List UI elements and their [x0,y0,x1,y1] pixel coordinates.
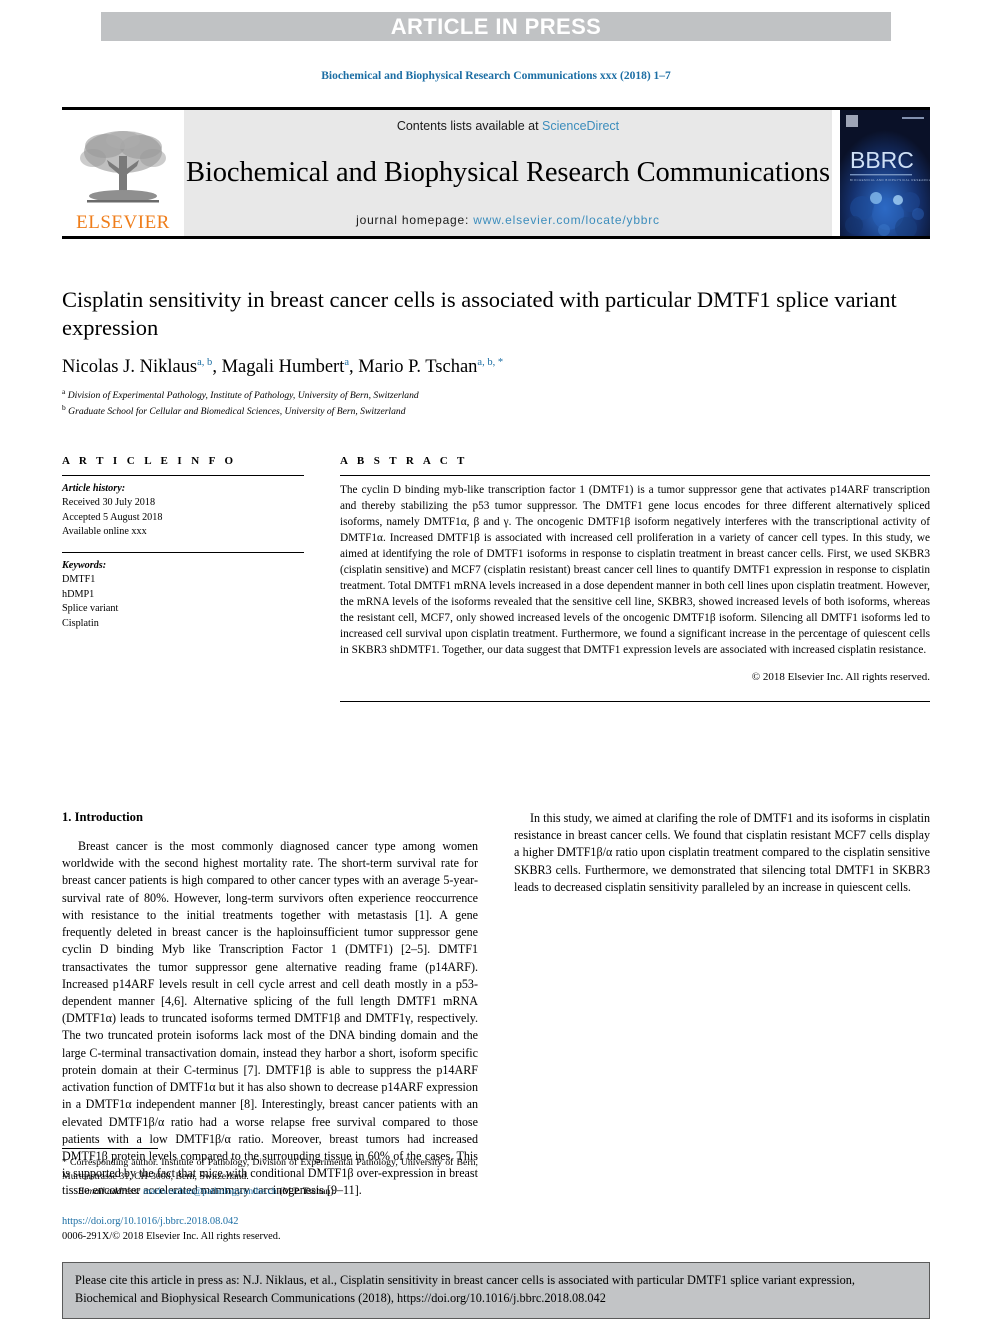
journal-masthead: ELSEVIER Contents lists available at Sci… [62,107,930,239]
journal-article-page: ARTICLE IN PRESS Biochemical and Biophys… [0,0,992,1323]
article-history-group: Article history: Received 30 July 2018 A… [62,476,304,540]
article-history-item: Available online xxx [62,526,147,538]
doi-link[interactable]: https://doi.org/10.1016/j.bbrc.2018.08.0… [62,1214,478,1229]
elsevier-logo: ELSEVIER [62,110,184,236]
affiliation-list: a Division of Experimental Pathology, In… [62,387,930,419]
abstract-column: A B S T R A C T The cyclin D binding myb… [340,455,930,702]
journal-band: Contents lists available at ScienceDirec… [184,110,832,236]
corresponding-author-note: * Corresponding author. Institute of Pat… [62,1156,478,1199]
journal-homepage-line: journal homepage: www.elsevier.com/locat… [356,213,660,227]
article-history-item: Accepted 5 August 2018 [62,511,163,523]
author-affiliation-marks[interactable]: a, b [197,357,212,368]
elsevier-wordmark: ELSEVIER [76,212,170,233]
email-address-label: E-mail address: [78,1186,141,1197]
info-abstract-region: A R T I C L E I N F O Article history: R… [62,455,930,702]
section-heading-introduction: 1. Introduction [62,810,143,824]
abstract-text: The cyclin D binding myb-like transcript… [340,484,930,656]
article-info-heading: A R T I C L E I N F O [62,455,237,467]
corresponding-author-email-link[interactable]: mario.tschan@pathology.unibe.ch [143,1186,277,1197]
journal-homepage-link[interactable]: www.elsevier.com/locate/ybbrc [473,213,660,227]
abstract-heading: A B S T R A C T [340,455,468,467]
journal-title: Biochemical and Biophysical Research Com… [186,157,830,188]
article-history-label: Article history: [62,483,126,494]
affiliation-text: Division of Experimental Pathology, Inst… [67,390,419,402]
affiliation-item: b Graduate School for Cellular and Biome… [62,403,930,419]
footnote-region: * Corresponding author. Institute of Pat… [62,1148,478,1244]
introduction-paragraph-2: In this study, we aimed at clarifing the… [514,811,930,894]
corresponding-author-marker: * [62,1157,67,1168]
issn-copyright-line: 0006-291X/© 2018 Elsevier Inc. All right… [62,1231,281,1243]
svg-text:BIOCHEMICAL AND BIOPHYSICAL RE: BIOCHEMICAL AND BIOPHYSICAL RESEARCH COM… [850,178,930,182]
please-cite-box: Please cite this article in press as: N.… [62,1262,930,1319]
running-head-citation: Biochemical and Biophysical Research Com… [321,70,671,82]
article-in-press-label: ARTICLE IN PRESS [390,13,602,39]
author-affiliation-marks[interactable]: a [344,357,349,368]
author-name: Mario P. Tschan [358,356,478,377]
keyword-item: DMTF1 [62,574,96,586]
author-list: Nicolas J. Niklausa, b, Magali Humberta,… [62,356,504,377]
article-title: Cisplatin sensitivity in breast cancer c… [62,287,897,341]
article-history-item: Received 30 July 2018 [62,497,156,509]
please-cite-text: Please cite this article in press as: N.… [75,1273,855,1305]
article-in-press-banner: ARTICLE IN PRESS [101,12,891,41]
keyword-item: Cisplatin [62,617,99,629]
elsevier-tree-icon [80,131,166,203]
svg-text:BBRC: BBRC [850,147,914,173]
contents-prefix: Contents lists available at [396,119,543,133]
homepage-prefix: journal homepage: [356,213,474,227]
affiliation-text: Graduate School for Cellular and Biomedi… [68,405,406,417]
body-column-right: In this study, we aimed at clarifing the… [514,810,930,1200]
affiliation-mark: a [62,386,66,396]
affiliation-mark: b [62,402,66,412]
footnote-rule [62,1148,158,1149]
email-owner: (M.P. Tschan). [279,1186,337,1197]
journal-cover-thumbnail: BBRC BIOCHEMICAL AND BIOPHYSICAL RESEARC… [840,110,930,236]
abstract-copyright: © 2018 Elsevier Inc. All rights reserved… [751,670,930,683]
author-affiliation-marks[interactable]: a, b, * [477,357,503,368]
article-info-column: A R T I C L E I N F O Article history: R… [62,455,304,702]
title-block: Cisplatin sensitivity in breast cancer c… [62,286,930,418]
corresponding-author-text: Corresponding author. Institute of Patho… [62,1157,478,1182]
sciencedirect-link[interactable]: ScienceDirect [542,119,619,133]
body-columns: 1. Introduction Breast cancer is the mos… [62,810,930,1200]
bbrc-cover-image: BBRC BIOCHEMICAL AND BIOPHYSICAL RESEARC… [840,110,930,236]
abstract-bottom-rule [340,700,930,702]
author-name: Magali Humbert [221,356,345,377]
contents-available-line: Contents lists available at ScienceDirec… [397,119,619,133]
introduction-paragraph-1: Breast cancer is the most commonly diagn… [62,839,478,1198]
keyword-item: hDMP1 [62,588,95,600]
keyword-item: Splice variant [62,603,119,615]
keywords-label: Keywords: [62,559,107,571]
doi-block: https://doi.org/10.1016/j.bbrc.2018.08.0… [62,1214,478,1244]
keywords-group: Keywords: DMTF1 hDMP1 Splice variant Cis… [62,553,304,631]
affiliation-item: a Division of Experimental Pathology, In… [62,387,930,403]
body-column-left: 1. Introduction Breast cancer is the mos… [62,810,478,1200]
author-name: Nicolas J. Niklaus [62,356,198,377]
